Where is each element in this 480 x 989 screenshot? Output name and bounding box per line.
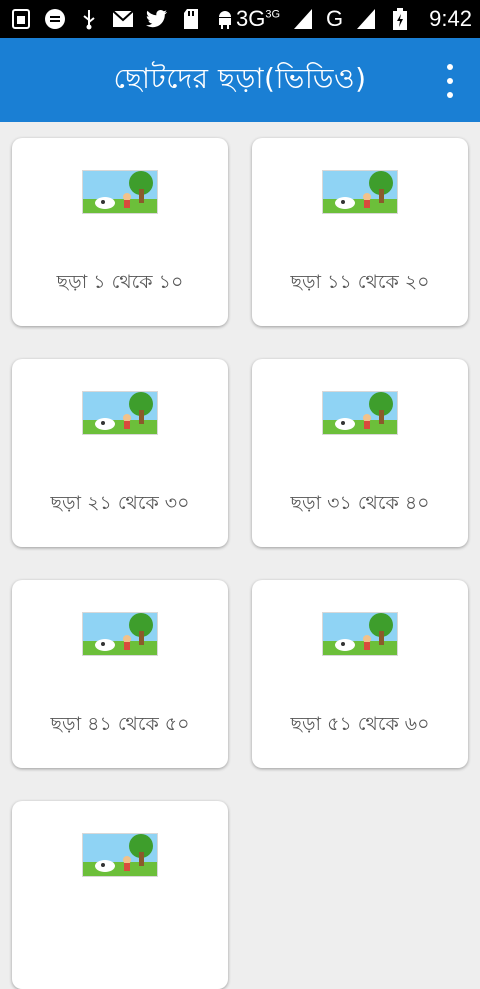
overflow-dot-icon: [447, 64, 453, 70]
overflow-dot-icon: [447, 92, 453, 98]
rhyme-card-label: ছড়া ১১ থেকে ২০: [290, 271, 430, 293]
rhyme-grid: ছড়া ১ থেকে ১০ ছড়া ১১ থেকে ২০ ছড়া ২১ থ…: [0, 122, 480, 989]
rhyme-card-6[interactable]: ছড়া ৫১ থেকে ৬০: [252, 580, 468, 768]
cartoon-thumbnail-icon: [82, 170, 158, 214]
cartoon-thumbnail-icon: [322, 391, 398, 435]
rhyme-card-5[interactable]: ছড়া ৪১ থেকে ৫০: [12, 580, 228, 768]
app-title: ছোটদের ছড়া(ভিডিও): [113, 61, 367, 95]
rhyme-card-2[interactable]: ছড়া ১১ থেকে ২০: [252, 138, 468, 326]
network-type-label: 3G3G: [236, 6, 281, 31]
overflow-menu-button[interactable]: [442, 64, 458, 98]
rhyme-card-4[interactable]: ছড়া ৩১ থেকে ৪০: [252, 359, 468, 547]
email-icon: [112, 8, 134, 30]
rhyme-card-label: ছড়া ১ থেকে ১০: [56, 271, 184, 293]
cartoon-thumbnail-icon: [322, 170, 398, 214]
signal-strength-2-icon: [355, 8, 377, 30]
cartoon-thumbnail-icon: [82, 833, 158, 877]
signal-strength-icon: [292, 8, 314, 30]
usb-icon: [78, 8, 100, 30]
overflow-dot-icon: [447, 78, 453, 84]
rhyme-card-label: ছড়া ২১ থেকে ৩০: [50, 492, 190, 514]
android-icon: [214, 8, 236, 30]
notification-icons: [10, 8, 236, 30]
cartoon-thumbnail-icon: [82, 391, 158, 435]
chat-bubble-icon: [44, 8, 66, 30]
network-g-label: G: [326, 6, 344, 31]
sd-card-icon: [180, 8, 202, 30]
clock: 9:42: [429, 6, 472, 31]
cartoon-thumbnail-icon: [322, 612, 398, 656]
rhyme-card-label: ছড়া ৪১ থেকে ৫০: [50, 713, 190, 735]
battery-charging-icon: [389, 8, 411, 30]
cartoon-thumbnail-icon: [82, 612, 158, 656]
twitter-icon: [146, 8, 168, 30]
app-bar: ছোটদের ছড়া(ভিডিও): [0, 38, 480, 122]
sim-card-icon: [10, 8, 32, 30]
rhyme-card-7[interactable]: [12, 801, 228, 989]
rhyme-card-label: ছড়া ৫১ থেকে ৬০: [290, 713, 430, 735]
rhyme-card-label: ছড়া ৩১ থেকে ৪০: [290, 492, 430, 514]
rhyme-card-3[interactable]: ছড়া ২১ থেকে ৩০: [12, 359, 228, 547]
status-bar: 3G3G G 9:42: [0, 0, 480, 38]
rhyme-card-1[interactable]: ছড়া ১ থেকে ১০: [12, 138, 228, 326]
system-status-icons: 3G3G G 9:42: [236, 6, 472, 32]
